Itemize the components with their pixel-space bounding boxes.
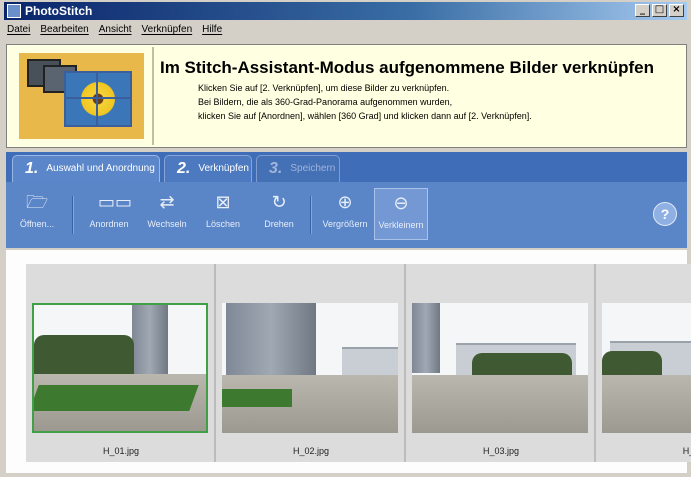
thumbnail-caption: H_0 — [682, 446, 691, 456]
image-preview — [32, 303, 208, 433]
tab-label: Verknüpfen — [198, 163, 249, 174]
thumbnail-strip: H_01.jpg H_02.jpg H_03.jpg H — [26, 264, 691, 462]
delete-button-label: Löschen — [205, 219, 241, 229]
zoom-in-button[interactable]: ⊕ Vergrößern — [318, 188, 372, 240]
banner-line-1: Klicken Sie auf [2. Verknüpfen], um dies… — [198, 83, 450, 93]
swap-icon: ⇄ — [159, 192, 175, 213]
delete-button[interactable]: ⊠ Löschen — [196, 188, 250, 240]
close-button[interactable]: × — [669, 4, 684, 17]
stitch-illustration-icon — [19, 53, 144, 139]
banner-line-2: Bei Bildern, die als 360-Grad-Panorama a… — [198, 97, 453, 107]
toolbar-separator — [310, 196, 312, 234]
arrange-button[interactable]: ▭▭ Anordnen — [82, 188, 136, 240]
open-folder-icon: 🗁 — [26, 192, 49, 213]
app-icon — [7, 4, 21, 18]
image-preview — [412, 303, 588, 433]
zoom-out-button[interactable]: ⊖ Verkleinern — [374, 188, 428, 240]
thumbnail-caption: H_01.jpg — [102, 446, 140, 456]
thumbnail-caption: H_02.jpg — [292, 446, 330, 456]
maximize-button[interactable]: □ — [652, 4, 667, 17]
zoom-in-button-label: Vergrößern — [322, 219, 368, 229]
window-title: PhotoStitch — [25, 4, 93, 18]
swap-button-label: Wechseln — [147, 219, 187, 229]
image-preview — [602, 303, 691, 433]
menu-datei[interactable]: Datei — [7, 22, 30, 38]
thumbnail-h01[interactable]: H_01.jpg — [26, 264, 216, 462]
window-controls: _ □ × — [635, 4, 684, 17]
tab-label: Auswahl und Anordnung — [46, 163, 155, 174]
thumbnail-h02[interactable]: H_02.jpg — [216, 264, 406, 462]
swap-button[interactable]: ⇄ Wechseln — [140, 188, 194, 240]
thumbnail-caption: H_03.jpg — [482, 446, 520, 456]
banner-divider — [152, 47, 154, 145]
zoom-out-button-label: Verkleinern — [378, 220, 424, 230]
photostitch-window: PhotoStitch _ □ × Datei Bearbeiten Ansic… — [0, 0, 691, 477]
rotate-icon: ↻ — [271, 192, 287, 213]
thumbnail-h03[interactable]: H_03.jpg — [406, 264, 596, 462]
step-tabs: 1. Auswahl und Anordnung 2. Verknüpfen 3. S… — [6, 152, 687, 182]
tab-number: 2. — [177, 160, 191, 177]
tab-number: 1. — [25, 160, 39, 177]
menu-bearbeiten[interactable]: Bearbeiten — [40, 22, 88, 38]
tab-auswahl-und-anordnung[interactable]: 1. Auswahl und Anordnung — [12, 155, 160, 182]
rotate-button[interactable]: ↻ Drehen — [252, 188, 306, 240]
zoom-in-icon: ⊕ — [337, 192, 353, 213]
toolbar-separator — [72, 196, 74, 234]
image-preview — [222, 303, 398, 433]
tab-verknuepfen[interactable]: 2. Verknüpfen — [164, 155, 252, 182]
help-button[interactable]: ? — [653, 202, 677, 226]
minimize-button[interactable]: _ — [635, 4, 650, 17]
menu-ansicht[interactable]: Ansicht — [99, 22, 132, 38]
instruction-banner: Im Stitch-Assistant-Modus aufgenommene B… — [6, 44, 687, 148]
tab-number: 3. — [269, 160, 283, 177]
tab-label: Speichern — [290, 163, 336, 174]
open-button[interactable]: 🗁 Öffnen... — [10, 188, 64, 240]
arrange-icon: ▭▭ — [98, 192, 133, 213]
image-area: H_01.jpg H_02.jpg H_03.jpg H — [6, 250, 691, 473]
tab-speichern[interactable]: 3. Speichern — [256, 155, 340, 182]
rotate-button-label: Drehen — [264, 219, 294, 229]
toolbar: 🗁 Öffnen... ▭▭ Anordnen ⇄ Wechseln ⊠ Lös… — [6, 182, 687, 248]
menu-verknuepfen[interactable]: Verknüpfen — [142, 22, 193, 38]
banner-line-3: klicken Sie auf [Anordnen], wählen [360 … — [198, 111, 532, 121]
delete-icon: ⊠ — [215, 192, 231, 213]
thumbnail-h04-partial[interactable]: H_0 — [596, 264, 691, 462]
menu-hilfe[interactable]: Hilfe — [202, 22, 222, 38]
title-bar[interactable]: PhotoStitch _ □ × — [4, 2, 687, 20]
zoom-out-icon: ⊖ — [393, 193, 409, 214]
menu-bar: Datei Bearbeiten Ansicht Verknüpfen Hilf… — [4, 22, 687, 38]
open-button-label: Öffnen... — [19, 219, 55, 229]
banner-title: Im Stitch-Assistant-Modus aufgenommene B… — [160, 58, 655, 77]
arrange-button-label: Anordnen — [89, 219, 129, 229]
